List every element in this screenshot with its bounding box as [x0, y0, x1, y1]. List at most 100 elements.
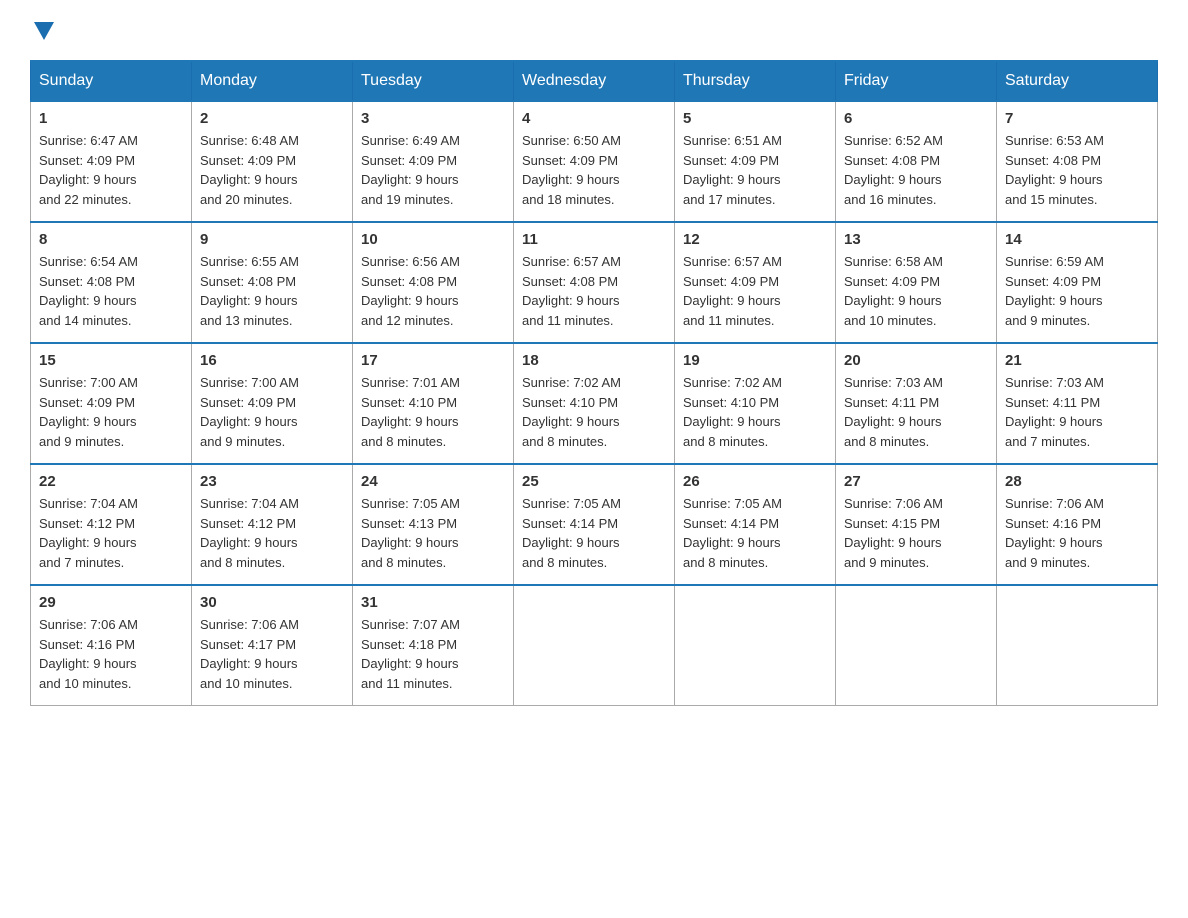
calendar-cell: 18 Sunrise: 7:02 AM Sunset: 4:10 PM Dayl…: [514, 343, 675, 464]
day-number: 21: [1005, 352, 1149, 369]
day-number: 18: [522, 352, 666, 369]
day-number: 2: [200, 110, 344, 127]
day-number: 15: [39, 352, 183, 369]
day-number: 5: [683, 110, 827, 127]
day-info: Sunrise: 6:55 AM Sunset: 4:08 PM Dayligh…: [200, 252, 344, 330]
day-number: 10: [361, 231, 505, 248]
day-number: 26: [683, 473, 827, 490]
calendar-cell: 26 Sunrise: 7:05 AM Sunset: 4:14 PM Dayl…: [675, 464, 836, 585]
day-header-sunday: Sunday: [31, 61, 192, 101]
week-row-2: 8 Sunrise: 6:54 AM Sunset: 4:08 PM Dayli…: [31, 222, 1158, 343]
day-number: 9: [200, 231, 344, 248]
day-info: Sunrise: 7:03 AM Sunset: 4:11 PM Dayligh…: [1005, 373, 1149, 451]
day-info: Sunrise: 6:51 AM Sunset: 4:09 PM Dayligh…: [683, 131, 827, 209]
day-number: 4: [522, 110, 666, 127]
day-info: Sunrise: 6:58 AM Sunset: 4:09 PM Dayligh…: [844, 252, 988, 330]
calendar-cell: 4 Sunrise: 6:50 AM Sunset: 4:09 PM Dayli…: [514, 101, 675, 222]
day-info: Sunrise: 6:59 AM Sunset: 4:09 PM Dayligh…: [1005, 252, 1149, 330]
day-number: 23: [200, 473, 344, 490]
day-number: 8: [39, 231, 183, 248]
calendar-cell: 22 Sunrise: 7:04 AM Sunset: 4:12 PM Dayl…: [31, 464, 192, 585]
calendar-cell: 19 Sunrise: 7:02 AM Sunset: 4:10 PM Dayl…: [675, 343, 836, 464]
calendar-cell: 2 Sunrise: 6:48 AM Sunset: 4:09 PM Dayli…: [192, 101, 353, 222]
calendar-cell: 21 Sunrise: 7:03 AM Sunset: 4:11 PM Dayl…: [997, 343, 1158, 464]
calendar-cell: [514, 585, 675, 706]
calendar-cell: 1 Sunrise: 6:47 AM Sunset: 4:09 PM Dayli…: [31, 101, 192, 222]
calendar-table: SundayMondayTuesdayWednesdayThursdayFrid…: [30, 60, 1158, 706]
day-info: Sunrise: 6:53 AM Sunset: 4:08 PM Dayligh…: [1005, 131, 1149, 209]
day-info: Sunrise: 7:06 AM Sunset: 4:17 PM Dayligh…: [200, 615, 344, 693]
calendar-cell: 6 Sunrise: 6:52 AM Sunset: 4:08 PM Dayli…: [836, 101, 997, 222]
calendar-cell: 23 Sunrise: 7:04 AM Sunset: 4:12 PM Dayl…: [192, 464, 353, 585]
day-number: 14: [1005, 231, 1149, 248]
day-info: Sunrise: 6:54 AM Sunset: 4:08 PM Dayligh…: [39, 252, 183, 330]
calendar-cell: 17 Sunrise: 7:01 AM Sunset: 4:10 PM Dayl…: [353, 343, 514, 464]
day-info: Sunrise: 6:57 AM Sunset: 4:09 PM Dayligh…: [683, 252, 827, 330]
day-number: 27: [844, 473, 988, 490]
calendar-cell: 25 Sunrise: 7:05 AM Sunset: 4:14 PM Dayl…: [514, 464, 675, 585]
day-number: 29: [39, 594, 183, 611]
day-info: Sunrise: 6:48 AM Sunset: 4:09 PM Dayligh…: [200, 131, 344, 209]
day-info: Sunrise: 6:57 AM Sunset: 4:08 PM Dayligh…: [522, 252, 666, 330]
calendar-cell: 29 Sunrise: 7:06 AM Sunset: 4:16 PM Dayl…: [31, 585, 192, 706]
calendar-cell: 10 Sunrise: 6:56 AM Sunset: 4:08 PM Dayl…: [353, 222, 514, 343]
day-info: Sunrise: 6:49 AM Sunset: 4:09 PM Dayligh…: [361, 131, 505, 209]
day-header-saturday: Saturday: [997, 61, 1158, 101]
day-info: Sunrise: 7:05 AM Sunset: 4:13 PM Dayligh…: [361, 494, 505, 572]
calendar-cell: 11 Sunrise: 6:57 AM Sunset: 4:08 PM Dayl…: [514, 222, 675, 343]
day-header-monday: Monday: [192, 61, 353, 101]
day-info: Sunrise: 7:04 AM Sunset: 4:12 PM Dayligh…: [39, 494, 183, 572]
calendar-cell: 14 Sunrise: 6:59 AM Sunset: 4:09 PM Dayl…: [997, 222, 1158, 343]
calendar-cell: 24 Sunrise: 7:05 AM Sunset: 4:13 PM Dayl…: [353, 464, 514, 585]
calendar-cell: 28 Sunrise: 7:06 AM Sunset: 4:16 PM Dayl…: [997, 464, 1158, 585]
day-info: Sunrise: 7:06 AM Sunset: 4:16 PM Dayligh…: [39, 615, 183, 693]
calendar-cell: 16 Sunrise: 7:00 AM Sunset: 4:09 PM Dayl…: [192, 343, 353, 464]
calendar-cell: 12 Sunrise: 6:57 AM Sunset: 4:09 PM Dayl…: [675, 222, 836, 343]
calendar-cell: 20 Sunrise: 7:03 AM Sunset: 4:11 PM Dayl…: [836, 343, 997, 464]
day-number: 12: [683, 231, 827, 248]
calendar-cell: [997, 585, 1158, 706]
calendar-cell: 5 Sunrise: 6:51 AM Sunset: 4:09 PM Dayli…: [675, 101, 836, 222]
day-info: Sunrise: 7:05 AM Sunset: 4:14 PM Dayligh…: [683, 494, 827, 572]
day-number: 30: [200, 594, 344, 611]
calendar-cell: 31 Sunrise: 7:07 AM Sunset: 4:18 PM Dayl…: [353, 585, 514, 706]
day-info: Sunrise: 7:06 AM Sunset: 4:16 PM Dayligh…: [1005, 494, 1149, 572]
day-header-thursday: Thursday: [675, 61, 836, 101]
day-info: Sunrise: 7:02 AM Sunset: 4:10 PM Dayligh…: [683, 373, 827, 451]
day-number: 17: [361, 352, 505, 369]
day-number: 16: [200, 352, 344, 369]
week-row-4: 22 Sunrise: 7:04 AM Sunset: 4:12 PM Dayl…: [31, 464, 1158, 585]
day-number: 11: [522, 231, 666, 248]
day-info: Sunrise: 7:03 AM Sunset: 4:11 PM Dayligh…: [844, 373, 988, 451]
day-info: Sunrise: 7:00 AM Sunset: 4:09 PM Dayligh…: [39, 373, 183, 451]
day-header-wednesday: Wednesday: [514, 61, 675, 101]
day-header-friday: Friday: [836, 61, 997, 101]
day-number: 24: [361, 473, 505, 490]
day-info: Sunrise: 7:05 AM Sunset: 4:14 PM Dayligh…: [522, 494, 666, 572]
logo-blue: [30, 20, 54, 40]
day-info: Sunrise: 7:02 AM Sunset: 4:10 PM Dayligh…: [522, 373, 666, 451]
day-number: 25: [522, 473, 666, 490]
calendar-cell: 30 Sunrise: 7:06 AM Sunset: 4:17 PM Dayl…: [192, 585, 353, 706]
calendar-cell: 13 Sunrise: 6:58 AM Sunset: 4:09 PM Dayl…: [836, 222, 997, 343]
day-number: 1: [39, 110, 183, 127]
week-row-5: 29 Sunrise: 7:06 AM Sunset: 4:16 PM Dayl…: [31, 585, 1158, 706]
day-number: 31: [361, 594, 505, 611]
calendar-cell: 15 Sunrise: 7:00 AM Sunset: 4:09 PM Dayl…: [31, 343, 192, 464]
day-info: Sunrise: 6:47 AM Sunset: 4:09 PM Dayligh…: [39, 131, 183, 209]
week-row-3: 15 Sunrise: 7:00 AM Sunset: 4:09 PM Dayl…: [31, 343, 1158, 464]
day-info: Sunrise: 6:56 AM Sunset: 4:08 PM Dayligh…: [361, 252, 505, 330]
calendar-cell: 9 Sunrise: 6:55 AM Sunset: 4:08 PM Dayli…: [192, 222, 353, 343]
calendar-cell: 7 Sunrise: 6:53 AM Sunset: 4:08 PM Dayli…: [997, 101, 1158, 222]
day-number: 13: [844, 231, 988, 248]
logo: [30, 20, 54, 40]
calendar-cell: 3 Sunrise: 6:49 AM Sunset: 4:09 PM Dayli…: [353, 101, 514, 222]
week-row-1: 1 Sunrise: 6:47 AM Sunset: 4:09 PM Dayli…: [31, 101, 1158, 222]
day-number: 3: [361, 110, 505, 127]
header: [30, 20, 1158, 40]
logo-triangle-icon: [34, 22, 54, 40]
day-info: Sunrise: 6:50 AM Sunset: 4:09 PM Dayligh…: [522, 131, 666, 209]
day-number: 7: [1005, 110, 1149, 127]
day-header-row: SundayMondayTuesdayWednesdayThursdayFrid…: [31, 61, 1158, 101]
day-number: 6: [844, 110, 988, 127]
